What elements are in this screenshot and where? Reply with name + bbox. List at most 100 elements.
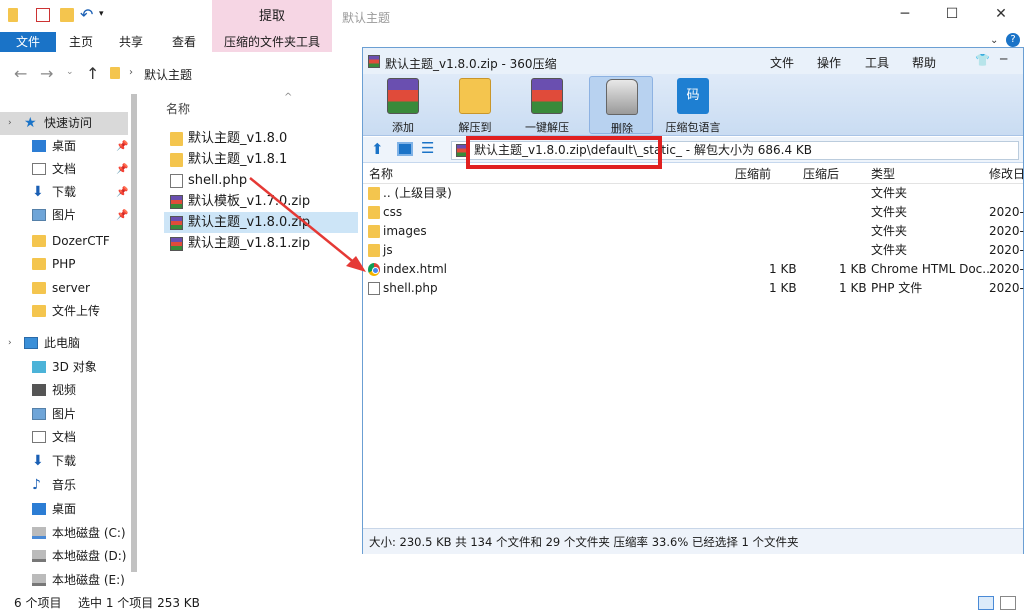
skin-icon[interactable]: 👕 <box>975 53 990 67</box>
file-item-selected[interactable]: 默认主题_v1.8.0.zip <box>164 212 358 233</box>
nav-scrollbar[interactable] <box>131 94 137 572</box>
nav-label: 图片 <box>52 208 77 222</box>
large-icons-view-icon[interactable] <box>1000 596 1016 610</box>
zip-row[interactable]: images 文件夹 2020-0 <box>363 222 1024 241</box>
add-button[interactable]: 添加 <box>371 76 435 134</box>
nav-item-upload[interactable]: 文件上传 <box>0 300 128 323</box>
details-view-icon[interactable] <box>978 596 994 610</box>
tab-home[interactable]: 主页 <box>56 32 106 52</box>
minimize-icon[interactable]: ─ <box>1000 52 1007 66</box>
up-arrow-icon[interactable]: ⬆ <box>371 140 384 158</box>
up-icon[interactable]: ↑ <box>86 64 99 83</box>
nav-item-documents-pc[interactable]: 文档 <box>0 426 128 449</box>
music-icon: ♪ <box>32 477 41 493</box>
menu-operate[interactable]: 操作 <box>817 54 841 71</box>
tool-label: 添加 <box>392 121 414 134</box>
folder-icon <box>32 235 46 247</box>
expand-icon[interactable]: › <box>8 332 12 355</box>
tab-file[interactable]: 文件 <box>0 32 56 52</box>
zip-row[interactable]: css 文件夹 2020-0 <box>363 203 1024 222</box>
column-header-name[interactable]: 名称 <box>166 100 190 117</box>
file-item[interactable]: 默认主题_v1.8.0 <box>164 128 358 149</box>
nav-item-pictures[interactable]: 图片 📌 <box>0 204 128 227</box>
selection-info: 选中 1 个项目 253 KB <box>78 596 200 610</box>
zip-row[interactable]: shell.php 1 KB 1 KB PHP 文件 2020-0 <box>363 279 1024 298</box>
row-date: 2020-0 <box>989 224 1024 238</box>
delete-button[interactable]: 删除 <box>589 76 653 135</box>
nav-item-desktop[interactable]: 桌面 📌 <box>0 135 128 158</box>
help-icon[interactable]: ? <box>1006 33 1020 47</box>
menu-file[interactable]: 文件 <box>770 54 794 71</box>
extract-folder-icon <box>459 78 491 114</box>
unpack-size: - 解包大小为 686.4 KB <box>685 143 813 157</box>
zip-row[interactable]: index.html 1 KB 1 KB Chrome HTML Doc... … <box>363 260 1024 279</box>
column-type[interactable]: 类型 <box>871 164 895 184</box>
file-item[interactable]: 默认模板_v1.7.0.zip <box>164 191 358 212</box>
close-icon[interactable]: ✕ <box>991 6 1011 22</box>
nav-quick-access[interactable]: › ★ 快速访问 <box>0 112 128 135</box>
column-after[interactable]: 压缩后 <box>803 164 839 184</box>
star-icon: ★ <box>24 115 37 131</box>
tab-view[interactable]: 查看 <box>156 32 212 52</box>
nav-item-desktop-pc[interactable]: 桌面 <box>0 498 128 521</box>
undo-icon[interactable]: ↶ <box>80 5 94 24</box>
expand-icon[interactable]: › <box>8 112 12 135</box>
nav-item-pictures-pc[interactable]: 图片 <box>0 403 128 426</box>
breadcrumb[interactable]: 默认主题 <box>144 66 192 83</box>
nav-item-music[interactable]: ♪ 音乐 <box>0 474 128 497</box>
column-name[interactable]: 名称 <box>369 164 393 184</box>
tab-share[interactable]: 共享 <box>106 32 156 52</box>
nav-item-php[interactable]: PHP <box>0 253 128 276</box>
nav-item-downloads[interactable]: ⬇ 下载 📌 <box>0 181 128 204</box>
back-icon[interactable]: ← <box>14 64 27 83</box>
nav-item-drive-d[interactable]: 本地磁盘 (D:) <box>0 545 128 568</box>
properties-icon[interactable] <box>36 8 50 22</box>
nav-item-drive-c[interactable]: 本地磁盘 (C:) <box>0 522 128 545</box>
chevron-down-icon[interactable]: ▾ <box>99 9 113 23</box>
pin-icon[interactable]: 📌 <box>116 135 128 158</box>
tab-compressed-tools[interactable]: 压缩的文件夹工具 <box>212 32 332 52</box>
row-after: 1 KB <box>839 262 867 276</box>
nav-item-drive-e[interactable]: 本地磁盘 (E:) <box>0 569 128 592</box>
zip-row[interactable]: js 文件夹 2020-0 <box>363 241 1024 260</box>
nav-item-server[interactable]: server <box>0 277 128 300</box>
list-view-icon[interactable]: ☰ <box>421 139 434 157</box>
context-tab-extract[interactable]: 提取 <box>212 0 332 32</box>
expand-ribbon-icon[interactable]: ⌄ <box>990 35 998 46</box>
file-name: shell.php <box>188 173 248 188</box>
extract-to-button[interactable]: 解压到 <box>443 76 507 134</box>
file-item[interactable]: 默认主题_v1.8.1 <box>164 149 358 170</box>
new-folder-icon[interactable] <box>60 8 74 22</box>
file-item[interactable]: 默认主题_v1.8.1.zip <box>164 233 358 254</box>
row-before: 1 KB <box>769 262 797 276</box>
nav-label: 本地磁盘 (C:) <box>52 526 126 540</box>
nav-item-3d[interactable]: 3D 对象 <box>0 356 128 379</box>
pin-icon[interactable]: 📌 <box>116 181 128 204</box>
breadcrumb-chevron-icon[interactable]: › <box>129 67 133 78</box>
menu-help[interactable]: 帮助 <box>912 54 936 71</box>
archive-language-button[interactable]: 码 压缩包语言 <box>661 76 725 134</box>
chrome-icon <box>368 263 380 276</box>
one-click-extract-button[interactable]: 一键解压 <box>515 76 579 134</box>
menu-tools[interactable]: 工具 <box>865 54 889 71</box>
column-modified[interactable]: 修改日 <box>989 164 1024 184</box>
row-date: 2020-0 <box>989 243 1024 257</box>
file-item[interactable]: shell.php <box>164 170 358 191</box>
minimize-icon[interactable]: ─ <box>895 6 915 22</box>
pin-icon[interactable]: 📌 <box>116 204 128 227</box>
recent-chevron-icon[interactable]: ⌄ <box>66 67 74 77</box>
nav-this-pc[interactable]: › 此电脑 <box>0 332 128 355</box>
view-thumbnail-icon[interactable] <box>397 142 413 156</box>
zip-row[interactable]: .. (上级目录) 文件夹 <box>363 184 1023 203</box>
nav-item-videos[interactable]: 视频 <box>0 379 128 402</box>
forward-icon[interactable]: → <box>40 64 53 83</box>
explorer-titlebar: ↶ ▾ 提取 默认主题 ─ ☐ ✕ <box>0 0 1024 32</box>
nav-item-documents[interactable]: 文档 📌 <box>0 158 128 181</box>
nav-item-downloads-pc[interactable]: ⬇ 下载 <box>0 450 128 473</box>
pin-icon[interactable]: 📌 <box>116 158 128 181</box>
nav-item-dozerctf[interactable]: DozerCTF <box>0 230 128 253</box>
folder-icon <box>32 305 46 317</box>
maximize-icon[interactable]: ☐ <box>942 6 962 22</box>
nav-label: 快速访问 <box>44 116 93 130</box>
column-before[interactable]: 压缩前 <box>735 164 771 184</box>
